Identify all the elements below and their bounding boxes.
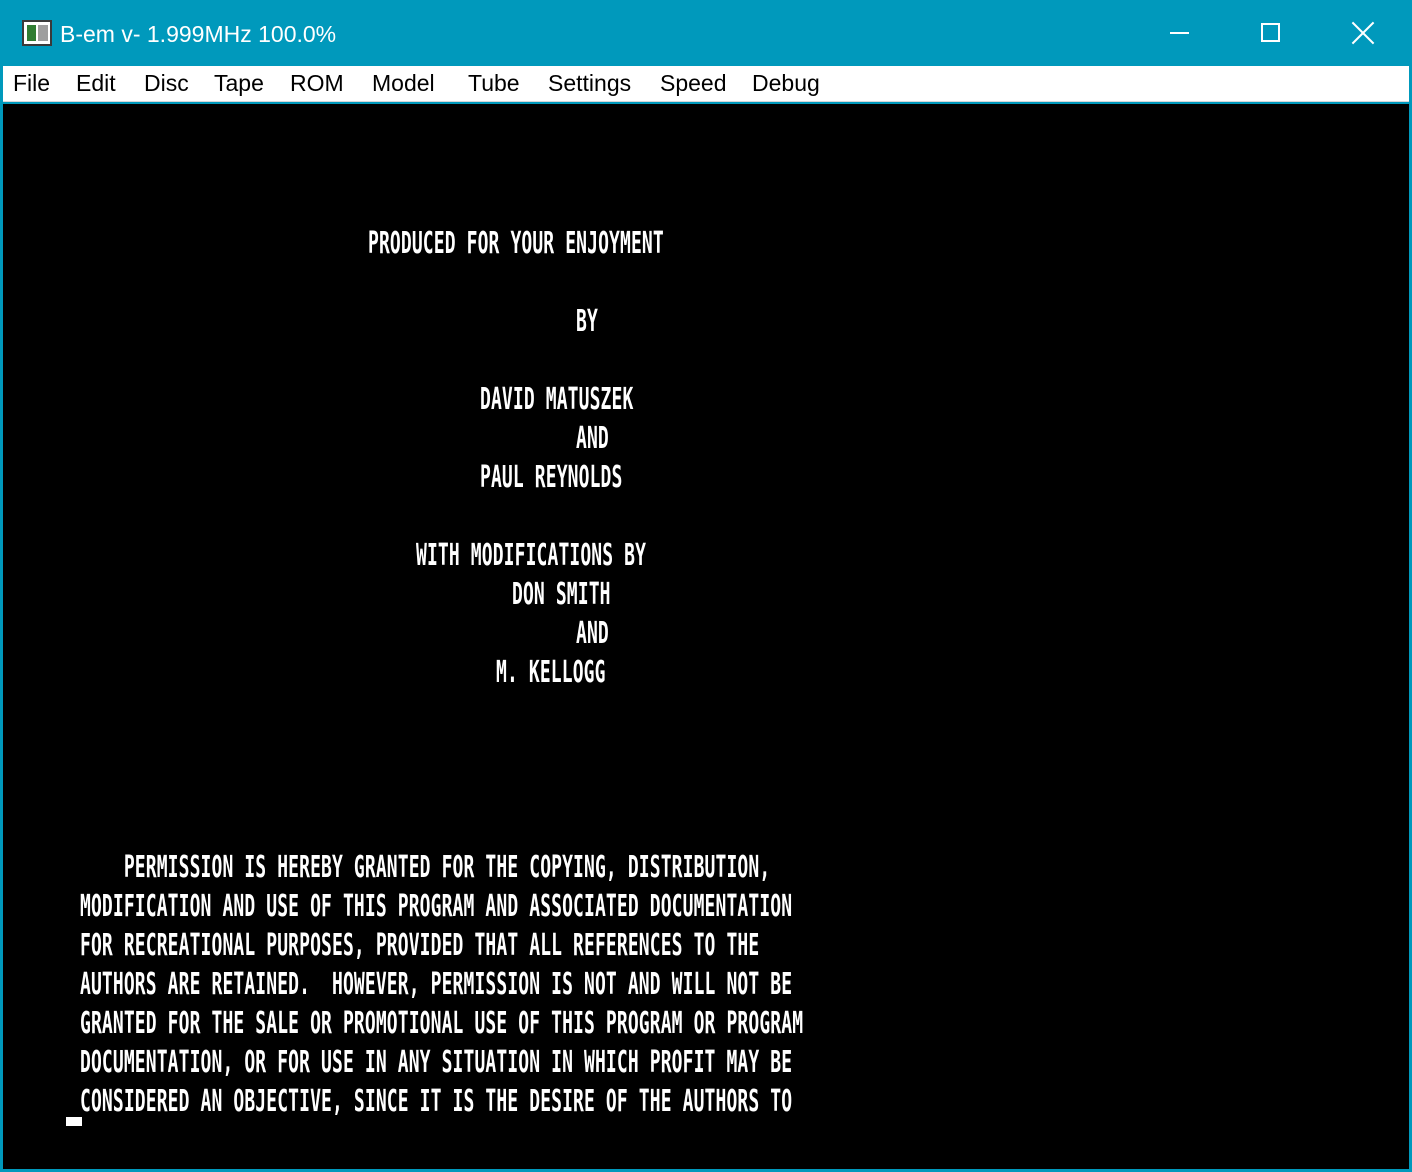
permission-line: DOCUMENTATION, OR FOR USE IN ANY SITUATI… [80,1045,793,1080]
maximize-icon [1261,23,1280,42]
title-bar[interactable]: B-em v- 1.999MHz 100.0% [0,0,1412,66]
credit-line: PRODUCED FOR YOUR ENJOYMENT [368,226,664,261]
credit-line: DAVID MATUSZEK [480,382,634,417]
credit-line: DON SMITH [512,577,611,612]
app-icon[interactable] [22,20,52,46]
menu-debug[interactable]: Debug [752,68,820,100]
emulator-display[interactable]: PRODUCED FOR YOUR ENJOYMENT BY DAVID MAT… [3,104,1409,1169]
credit-line: PAUL REYNOLDS [480,460,623,495]
menu-settings[interactable]: Settings [548,68,631,100]
menu-tube[interactable]: Tube [468,68,520,100]
menu-rom[interactable]: ROM [290,68,344,100]
credit-line: WITH MODIFICATIONS BY [416,538,647,573]
menu-edit[interactable]: Edit [76,68,116,100]
close-button[interactable] [1318,0,1410,66]
menu-model[interactable]: Model [372,68,435,100]
minimize-icon [1170,32,1189,34]
menu-file[interactable]: File [13,68,50,100]
maximize-button[interactable] [1226,0,1318,66]
close-icon [1352,22,1374,44]
permission-line: PERMISSION IS HEREBY GRANTED FOR THE COP… [80,850,771,885]
minimize-button[interactable] [1134,0,1226,66]
window-title: B-em v- 1.999MHz 100.0% [60,21,337,47]
menu-speed[interactable]: Speed [660,68,727,100]
credit-line: BY [576,304,598,339]
permission-line: AUTHORS ARE RETAINED. HOWEVER, PERMISSIO… [80,967,793,1002]
permission-line: GRANTED FOR THE SALE OR PROMOTIONAL USE … [80,1006,804,1041]
menu-tape[interactable]: Tape [214,68,264,100]
credit-line: AND [576,616,609,651]
text-cursor [66,1117,82,1126]
permission-line: MODIFICATION AND USE OF THIS PROGRAM AND… [80,889,793,924]
emulator-window: B-em v- 1.999MHz 100.0% File Edit Disc T… [0,0,1412,1172]
credit-line: M. KELLOGG [496,655,606,690]
menu-bar: File Edit Disc Tape ROM Model Tube Setti… [3,66,1409,102]
permission-line: CONSIDERED AN OBJECTIVE, SINCE IT IS THE… [80,1084,793,1119]
menu-disc[interactable]: Disc [144,68,189,100]
permission-line: FOR RECREATIONAL PURPOSES, PROVIDED THAT… [80,928,760,963]
credit-line: AND [576,421,609,456]
